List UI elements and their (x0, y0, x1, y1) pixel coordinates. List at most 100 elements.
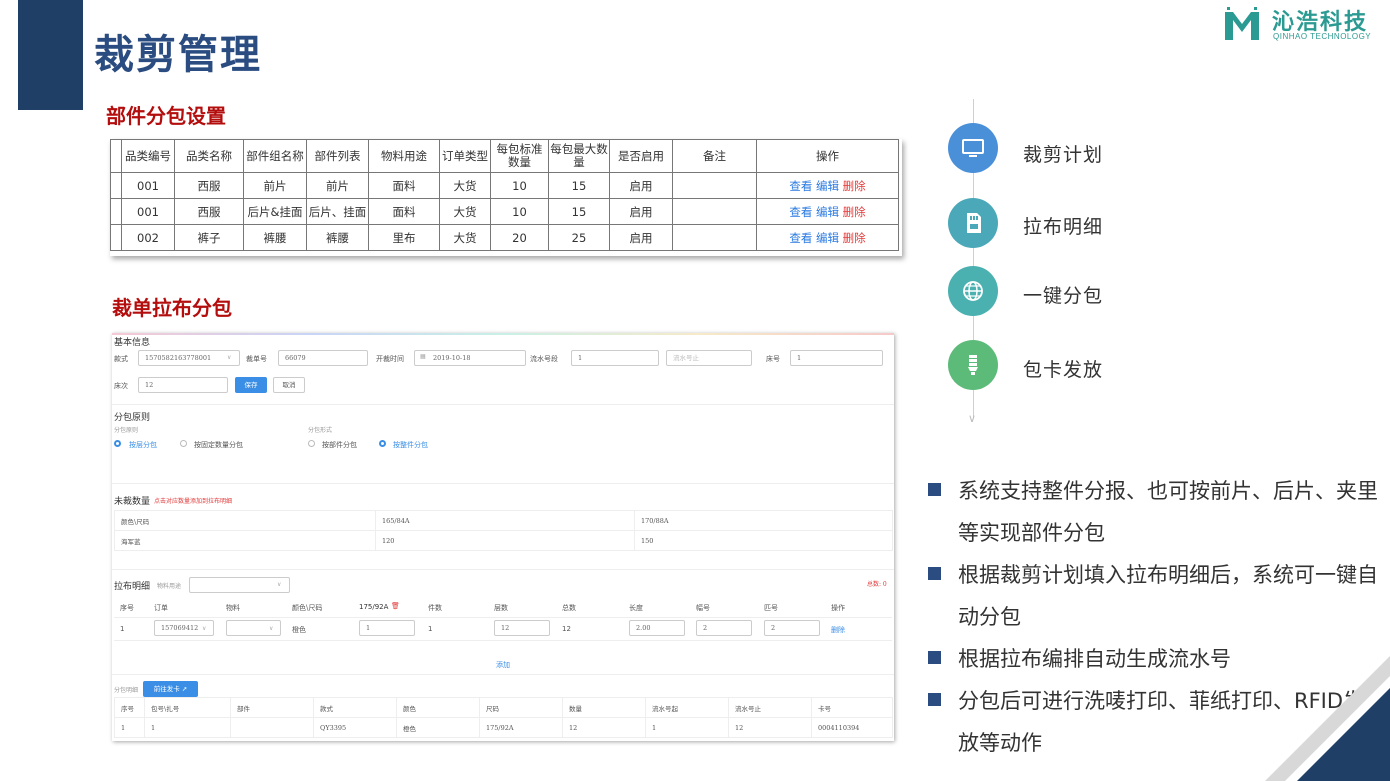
table-cell: QY3395 (313, 717, 397, 738)
flow-label: 一键分包 (1023, 285, 1104, 307)
radio-fixed-qty[interactable] (180, 440, 187, 447)
table-header: 物料 (226, 604, 240, 612)
chevron-down-icon: ∨ (202, 625, 207, 632)
size-qty-input[interactable]: 1 (359, 620, 415, 636)
delete-size-icon[interactable]: 🗑 (391, 602, 400, 610)
page-title: 裁剪管理 (94, 32, 262, 78)
table-row: 颜色\尺码 165/84A 170/88A (114, 510, 893, 531)
table-row: 002 裤子 裤腰 裤腰 里布 大货 20 25 启用 查看 编辑 删除 (110, 224, 899, 251)
table-cell: 后片、挂面 (306, 198, 369, 225)
uncut-qty-hint: 点击对应数量添加到拉布明细 (154, 498, 233, 505)
section-title-cut-spread: 裁单拉布分包 (112, 296, 232, 320)
send-icon: ➚ (181, 685, 188, 693)
calendar-icon: ▦ (420, 353, 426, 360)
table-cell (672, 172, 757, 199)
divider (112, 674, 894, 675)
serial-from-input[interactable]: 1 (571, 350, 659, 366)
table-header: 每包最大数量 (548, 139, 610, 173)
style-select[interactable]: 1570582163778001 (138, 350, 240, 366)
uncut-qty-cell[interactable]: 120 (375, 530, 635, 551)
save-button[interactable]: 保存 (235, 377, 267, 393)
length-input[interactable]: 2.00 (629, 620, 685, 636)
table-header: 订单类型 (439, 139, 491, 173)
view-link[interactable]: 查看 (789, 231, 812, 245)
bullet-square-icon (928, 693, 941, 706)
serial-range-label: 流水号段 (530, 355, 558, 363)
delete-link[interactable]: 删除 (843, 231, 866, 245)
corner-accent-bar (18, 0, 83, 110)
table-cell: 裤腰 (243, 224, 307, 251)
serial-to-input[interactable]: 流水号止 (666, 350, 752, 366)
table-cell: 面料 (368, 172, 440, 199)
start-time-label: 开裁时间 (376, 355, 404, 363)
width-no-input[interactable]: 2 (696, 620, 752, 636)
flow-step-spread-detail (948, 198, 998, 248)
table-header: 尺码 (479, 697, 563, 718)
company-logo: 沁浩科技 QINHAO TECHNOLOGY (1222, 4, 1382, 46)
uncut-qty-cell[interactable]: 150 (634, 530, 893, 551)
delete-link[interactable]: 删除 (843, 179, 866, 193)
table-cell: 里布 (368, 224, 440, 251)
divider (112, 404, 894, 405)
bullet-text: 系统支持整件分报、也可按前片、后片、夹里等实现部件分包 (958, 479, 1378, 545)
feature-bullet: 根据裁剪计划填入拉布明细后，系统可一键自动分包 (928, 554, 1383, 638)
table-header: 卡号 (811, 697, 893, 718)
material-use-select[interactable] (189, 577, 290, 593)
start-time-input[interactable]: 2019-10-18 (414, 350, 526, 366)
radio-by-whole-label: 按整件分包 (393, 441, 428, 449)
table-header: 订单 (154, 604, 168, 612)
table-row: 001 西服 前片 前片 面料 大货 10 15 启用 查看 编辑 删除 (110, 172, 899, 199)
radio-by-layer[interactable] (114, 440, 121, 447)
section-title-part-bundle: 部件分包设置 (106, 104, 226, 128)
radio-by-whole[interactable] (379, 440, 386, 447)
radio-by-part-label: 按部件分包 (322, 441, 357, 449)
cut-no-input[interactable]: 66079 (278, 350, 368, 366)
table-cell: 裤腰 (306, 224, 369, 251)
divider (114, 640, 892, 641)
table-gutter (110, 172, 122, 199)
row-actions: 查看 编辑 删除 (756, 224, 899, 251)
delete-row-link[interactable]: 删除 (831, 625, 845, 635)
flow-step-cut-plan (948, 123, 998, 173)
row-actions: 查看 编辑 删除 (756, 172, 899, 199)
style-label: 款式 (114, 355, 128, 363)
row-actions: 查看 编辑 删除 (756, 198, 899, 225)
bundle-detail-label: 分包明细 (114, 687, 139, 694)
divider (112, 569, 894, 570)
view-link[interactable]: 查看 (789, 205, 812, 219)
bed-no-input[interactable]: 1 (790, 350, 883, 366)
edit-link[interactable]: 编辑 (816, 179, 839, 193)
table-header: 包号\扎号 (144, 697, 231, 718)
logo-subtitle: QINHAO TECHNOLOGY (1273, 32, 1372, 41)
total-cell: 12 (562, 625, 571, 633)
monitor-icon (962, 139, 984, 157)
table-cell: 大货 (439, 224, 491, 251)
table-cell (230, 717, 314, 738)
delete-link[interactable]: 删除 (843, 205, 866, 219)
table-cell: 启用 (609, 224, 673, 251)
radio-by-part[interactable] (308, 440, 315, 447)
table-cell: 海军蓝 (114, 530, 376, 551)
bed-times-label: 床次 (114, 382, 128, 390)
row-index: 1 (120, 625, 125, 633)
table-gutter (110, 198, 122, 225)
bed-no-label: 床号 (766, 355, 780, 363)
edit-link[interactable]: 编辑 (816, 231, 839, 245)
table-cell: 西服 (174, 172, 244, 199)
edit-link[interactable]: 编辑 (816, 205, 839, 219)
go-issue-card-button[interactable]: 前往发卡 ➚ (143, 681, 198, 697)
table-row: 海军蓝 120 150 (114, 530, 893, 551)
table-cell: 10 (490, 198, 549, 225)
add-row-link[interactable]: 添加 (496, 660, 510, 670)
table-row: 001 西服 后片&挂面 后片、挂面 面料 大货 10 15 启用 查看 编辑 … (110, 198, 899, 225)
cancel-button[interactable]: 取消 (273, 377, 305, 393)
table-header: 品类名称 (174, 139, 244, 173)
layers-input[interactable]: 12 (494, 620, 550, 636)
part-bundle-table-wrap: 品类编号 品类名称 部件组名称 部件列表 物料用途 订单类型 每包标准数量 每包… (110, 139, 902, 256)
table-header: 170/88A (634, 510, 893, 531)
view-link[interactable]: 查看 (789, 179, 812, 193)
table-header: 部件组名称 (243, 139, 307, 173)
table-cell: 0004110394 (811, 717, 893, 738)
bolt-no-input[interactable]: 2 (764, 620, 820, 636)
bed-times-input[interactable]: 12 (138, 377, 228, 393)
